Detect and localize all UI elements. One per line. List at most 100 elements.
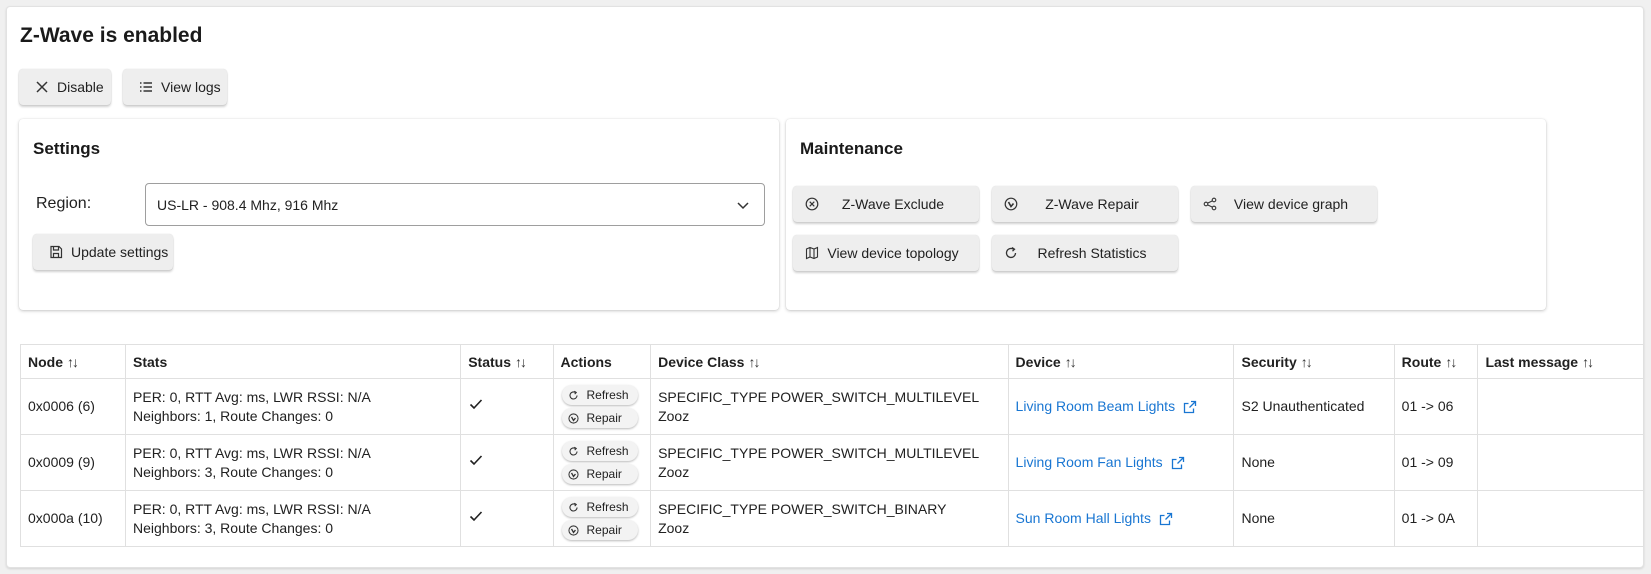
stats-line-1: PER: 0, RTT Avg: ms, LWR RSSI: N/A — [133, 444, 371, 461]
view-logs-button[interactable]: View logs — [123, 69, 227, 105]
device-link-label: Living Room Fan Lights — [1015, 454, 1163, 470]
device-link[interactable]: Living Room Beam Lights — [1016, 397, 1198, 416]
open-in-new-icon — [1171, 456, 1184, 469]
refresh-statistics-label: Refresh Statistics — [1037, 245, 1147, 261]
refresh-icon — [568, 390, 578, 399]
actions-cell: Refresh Repair — [552, 490, 652, 547]
stats-line-2: Neighbors: 3, Route Changes: 0 — [133, 463, 334, 480]
update-settings-button[interactable]: Update settings — [33, 234, 173, 270]
view-device-topology-button[interactable]: View device topology — [793, 235, 979, 271]
healing-icon — [1004, 197, 1018, 211]
device-cell: Living Room Beam Lights — [1007, 378, 1235, 435]
device-class-cell: SPECIFIC_TYPE POWER_SWITCH_BINARY Zooz — [650, 490, 1009, 547]
device-class-type: SPECIFIC_TYPE POWER_SWITCH_MULTILEVEL — [658, 444, 980, 461]
stats-cell: PER: 0, RTT Avg: ms, LWR RSSI: N/A Neighb… — [125, 434, 462, 491]
page-title: Z-Wave is enabled — [20, 24, 203, 47]
col-device-class[interactable]: Device Class ↑↓ — [650, 344, 1009, 379]
col-stats: Stats — [125, 344, 462, 379]
repair-node-button[interactable]: Repair — [561, 520, 638, 540]
col-route-label: Route — [1401, 353, 1442, 370]
zwave-page-card: Z-Wave is enabled Disable View logs Sett… — [6, 6, 1644, 568]
route-cell: 01 -> 0A — [1393, 490, 1479, 547]
refresh-node-button[interactable]: Refresh — [561, 385, 638, 405]
col-security[interactable]: Security ↑↓ — [1233, 344, 1395, 379]
disable-button[interactable]: Disable — [19, 69, 111, 105]
update-settings-label: Update settings — [71, 244, 169, 260]
col-actions-label: Actions — [560, 353, 612, 370]
check-icon — [470, 455, 483, 466]
zwave-exclude-button[interactable]: Z-Wave Exclude — [793, 186, 979, 222]
device-cell: Living Room Fan Lights — [1007, 434, 1235, 491]
refresh-icon — [1005, 246, 1017, 259]
sort-icon: ↑↓ — [1300, 353, 1313, 370]
healing-icon — [567, 468, 579, 480]
device-cell: Sun Room Hall Lights — [1007, 490, 1235, 547]
security-cell: None — [1233, 434, 1395, 491]
actions-cell: Refresh Repair — [552, 378, 652, 435]
status-cell — [460, 378, 554, 435]
view-device-graph-label: View device graph — [1233, 196, 1349, 212]
table-row: 0x000a (10) PER: 0, RTT Avg: ms, LWR RSSI… — [19, 490, 1644, 547]
repair-node-button[interactable]: Repair — [561, 464, 638, 484]
security-cell: None — [1233, 490, 1395, 547]
repair-node-button[interactable]: Repair — [561, 408, 638, 428]
view-device-graph-button[interactable]: View device graph — [1191, 186, 1377, 222]
col-node-label: Node — [28, 353, 63, 370]
zwave-repair-button[interactable]: Z-Wave Repair — [992, 186, 1178, 222]
col-status-label: Status — [468, 353, 512, 370]
status-cell — [460, 434, 554, 491]
repair-node-label: Repair — [586, 522, 622, 537]
settings-title: Settings — [33, 139, 101, 158]
last-message-cell — [1477, 490, 1644, 547]
last-message-cell — [1477, 434, 1644, 491]
route-cell: 01 -> 06 — [1393, 378, 1479, 435]
node-cell: 0x0006 (6) — [19, 378, 127, 435]
sort-icon: ↑↓ — [748, 353, 760, 370]
sort-icon: ↑↓ — [1445, 353, 1457, 370]
healing-icon — [567, 524, 579, 536]
device-manufacturer: Zooz — [658, 463, 690, 480]
stats-line-1: PER: 0, RTT Avg: ms, LWR RSSI: N/A — [133, 500, 371, 517]
col-last-message[interactable]: Last message ↑↓ — [1477, 344, 1644, 379]
check-icon — [470, 399, 483, 410]
device-manufacturer: Zooz — [658, 407, 690, 424]
region-label: Region: — [36, 195, 92, 212]
open-in-new-icon — [1183, 400, 1197, 413]
status-cell — [460, 490, 554, 547]
col-device-class-label: Device Class — [658, 353, 745, 370]
device-class-cell: SPECIFIC_TYPE POWER_SWITCH_MULTILEVEL Zoo… — [650, 378, 1009, 435]
security-cell: S2 Unauthenticated — [1233, 378, 1395, 435]
maintenance-panel: Maintenance Z-Wave Exclude Z-Wave Repair… — [786, 119, 1546, 310]
col-device-label: Device — [1015, 353, 1061, 370]
stats-line-2: Neighbors: 1, Route Changes: 0 — [133, 407, 334, 424]
stats-cell: PER: 0, RTT Avg: ms, LWR RSSI: N/A Neighb… — [125, 490, 462, 547]
region-select[interactable]: US-LR - 908.4 Mhz, 916 Mhz — [145, 183, 765, 226]
refresh-statistics-button[interactable]: Refresh Statistics — [992, 235, 1178, 271]
check-icon — [470, 511, 483, 522]
share-icon — [1203, 197, 1217, 211]
device-link[interactable]: Sun Room Hall Lights — [1016, 509, 1173, 528]
stats-line-2: Neighbors: 3, Route Changes: 0 — [133, 519, 334, 536]
chevron-down-icon — [737, 202, 749, 210]
settings-panel: Settings Region: US-LR - 908.4 Mhz, 916 … — [19, 119, 779, 310]
zwave-exclude-label: Z-Wave Exclude — [841, 196, 945, 212]
actions-cell: Refresh Repair — [552, 434, 652, 491]
sort-icon: ↑↓ — [67, 353, 79, 370]
col-security-label: Security — [1241, 353, 1297, 370]
col-last-message-label: Last message — [1485, 353, 1579, 370]
refresh-node-label: Refresh — [586, 387, 629, 402]
refresh-node-button[interactable]: Refresh — [561, 497, 638, 517]
col-status[interactable]: Status ↑↓ — [460, 344, 554, 379]
device-class-type: SPECIFIC_TYPE POWER_SWITCH_BINARY — [658, 500, 947, 517]
col-actions: Actions — [552, 344, 652, 379]
col-device[interactable]: Device ↑↓ — [1007, 344, 1235, 379]
save-icon — [50, 245, 63, 259]
device-link[interactable]: Living Room Fan Lights — [1016, 453, 1185, 472]
nodes-table: Node ↑↓ Stats Status ↑↓ Actions Device Cla… — [19, 344, 1644, 547]
col-route[interactable]: Route ↑↓ — [1393, 344, 1479, 379]
sort-icon: ↑↓ — [1064, 353, 1077, 370]
refresh-icon — [568, 446, 578, 455]
refresh-node-button[interactable]: Refresh — [561, 441, 638, 461]
col-node[interactable]: Node ↑↓ — [19, 344, 127, 379]
open-in-new-icon — [1159, 512, 1173, 525]
